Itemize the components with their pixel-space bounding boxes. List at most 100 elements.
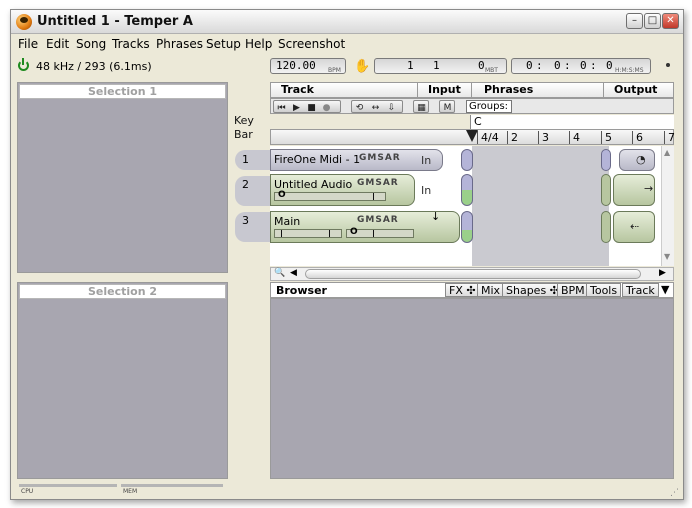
bar-label: Bar bbox=[234, 128, 253, 141]
key-ruler: C bbox=[470, 115, 674, 129]
time-minutes: 0 bbox=[554, 59, 561, 72]
phrase-clip[interactable] bbox=[461, 211, 473, 243]
menu-screenshot[interactable]: Screenshot bbox=[278, 37, 345, 51]
close-button[interactable]: ✕ bbox=[662, 13, 679, 29]
transport-row: 48 kHz / 293 (6.1ms) 120.00 BPM ✋ 1 1 0 … bbox=[11, 56, 683, 78]
track-controls[interactable]: GMSAR bbox=[357, 178, 399, 188]
audio-out-arrow-icon: → bbox=[644, 182, 654, 195]
selection-2-title: Selection 2 bbox=[19, 284, 226, 299]
transport-button-group: ⏮ ▶ ■ ● bbox=[273, 100, 341, 113]
m-label: M bbox=[443, 103, 452, 113]
browser-panel[interactable] bbox=[270, 298, 674, 479]
scroll-right-icon[interactable]: ▶ bbox=[659, 268, 666, 278]
track-controls[interactable]: GMSAR bbox=[357, 215, 399, 225]
bottom-status-bar: CPU MEM ⋰ bbox=[11, 482, 683, 500]
menu-tracks[interactable]: Tracks bbox=[112, 37, 150, 51]
rewind-icon[interactable]: ⏮ bbox=[275, 102, 288, 115]
level-meter[interactable]: O bbox=[274, 190, 386, 201]
vertical-scrollbar[interactable]: ▲ ▼ bbox=[661, 146, 674, 266]
track-row-audio[interactable]: Untitled Audio GMSAR O bbox=[270, 174, 415, 206]
midi-out-icon: ◔ bbox=[636, 153, 646, 166]
playhead-marker[interactable] bbox=[466, 130, 478, 142]
menu-phrases[interactable]: Phrases bbox=[156, 37, 203, 51]
minimize-button[interactable]: – bbox=[626, 13, 643, 29]
track-number-tab[interactable]: 2 bbox=[235, 176, 275, 206]
phrase-clip-end[interactable] bbox=[601, 174, 611, 206]
time-seconds: 0 bbox=[580, 59, 587, 72]
track-output-cell[interactable]: → bbox=[613, 174, 655, 206]
sample-rate-readout: 48 kHz / 293 (6.1ms) bbox=[36, 60, 152, 73]
menu-setup[interactable]: Setup bbox=[206, 37, 241, 51]
track-name: FireOne Midi - 1 bbox=[274, 153, 361, 166]
browser-title: Browser bbox=[276, 284, 327, 297]
time-frames: 0 bbox=[606, 59, 613, 72]
tab-bpm[interactable]: BPM bbox=[557, 283, 589, 297]
menu-help[interactable]: Help bbox=[245, 37, 272, 51]
track-number-tab[interactable]: 3 bbox=[235, 212, 275, 242]
tap-tempo-hand-icon[interactable]: ✋ bbox=[354, 59, 370, 74]
menu-edit[interactable]: Edit bbox=[46, 37, 69, 51]
selection-1-title: Selection 1 bbox=[19, 84, 226, 99]
phrase-clip[interactable] bbox=[461, 174, 473, 206]
record-icon[interactable]: ● bbox=[320, 102, 333, 115]
stop-icon[interactable]: ■ bbox=[305, 102, 318, 115]
phrase-region[interactable] bbox=[472, 146, 609, 266]
track-number-tab[interactable]: 1 bbox=[235, 150, 275, 170]
tab-shapes[interactable]: Shapes ✣ bbox=[502, 283, 563, 297]
transport-toolbar: ⏮ ▶ ■ ● ⟲ ↔ ⇩ ▦ M Groups: bbox=[270, 98, 674, 114]
options-dot-icon[interactable] bbox=[666, 63, 670, 67]
track-controls[interactable]: GMSAR bbox=[359, 153, 401, 163]
title-bar[interactable]: Untitled 1 - Temper A – □ ✕ bbox=[11, 10, 683, 34]
tab-fx[interactable]: FX ✣ bbox=[445, 283, 480, 297]
zoom-icon[interactable]: 🔍 bbox=[274, 268, 285, 278]
scroll-down-icon[interactable]: ▼ bbox=[664, 252, 670, 261]
position-bar: 1 bbox=[407, 59, 414, 72]
m-button[interactable]: M bbox=[439, 100, 455, 113]
menu-file[interactable]: File bbox=[18, 37, 38, 51]
mbt-position-display[interactable]: 1 1 0 MBT bbox=[374, 58, 507, 74]
play-icon[interactable]: ▶ bbox=[290, 102, 303, 115]
mem-meter bbox=[121, 484, 223, 487]
grid-view-button[interactable]: ▦ bbox=[413, 100, 429, 113]
scroll-thumb[interactable] bbox=[305, 269, 641, 279]
track-input[interactable]: In bbox=[421, 154, 431, 167]
tempo-display[interactable]: 120.00 BPM bbox=[270, 58, 346, 74]
tab-mix[interactable]: Mix bbox=[477, 283, 505, 297]
level-meter-right[interactable]: O bbox=[346, 227, 414, 238]
track-input[interactable]: In bbox=[421, 184, 431, 197]
app-logo-icon bbox=[16, 14, 32, 30]
bar-number: 6 bbox=[632, 131, 643, 144]
track-row-midi[interactable]: FireOne Midi - 1 GMSAR In bbox=[270, 149, 443, 171]
menu-song[interactable]: Song bbox=[76, 37, 106, 51]
power-icon[interactable] bbox=[18, 58, 29, 71]
tab-track[interactable]: Track bbox=[622, 283, 659, 297]
scroll-up-icon[interactable]: ▲ bbox=[664, 148, 670, 157]
loop-icon[interactable]: ⟲ bbox=[353, 102, 366, 115]
maximize-button[interactable]: □ bbox=[644, 13, 661, 29]
track-output-cell[interactable]: ⇠ bbox=[613, 211, 655, 243]
time-position-display[interactable]: 0 : 0 : 0 : 0 H:M:S:MS bbox=[511, 58, 651, 74]
tab-tools[interactable]: Tools bbox=[586, 283, 622, 297]
input-column-header: Input bbox=[417, 83, 461, 97]
time-hours: 0 bbox=[526, 59, 533, 72]
cpu-label: CPU bbox=[21, 488, 34, 495]
phrase-clip-end[interactable] bbox=[601, 149, 611, 171]
track-output-cell[interactable]: ◔ bbox=[619, 149, 655, 171]
scroll-left-icon[interactable]: ◀ bbox=[290, 268, 297, 278]
selection-2-panel[interactable]: Selection 2 bbox=[17, 282, 228, 479]
level-meter-left[interactable] bbox=[274, 229, 342, 238]
track-row-main[interactable]: Main GMSAR ↓ O bbox=[270, 210, 460, 243]
bar-number: 2 bbox=[507, 131, 518, 144]
phrase-clip[interactable] bbox=[461, 149, 473, 171]
snap-icon[interactable]: ↔ bbox=[369, 102, 382, 115]
selection-1-panel[interactable]: Selection 1 bbox=[17, 82, 228, 273]
horizontal-scrollbar[interactable]: 🔍 ◀ ▶ bbox=[270, 267, 674, 281]
metronome-icon[interactable]: ⇩ bbox=[385, 102, 398, 115]
phrase-clip-end[interactable] bbox=[601, 211, 611, 243]
groups-field[interactable]: Groups: bbox=[466, 100, 512, 113]
mem-label: MEM bbox=[123, 488, 138, 495]
resize-grip-icon[interactable]: ⋰ bbox=[670, 488, 679, 498]
browser-menu-arrow-icon[interactable]: ▼ bbox=[661, 283, 669, 296]
output-column-header: Output bbox=[603, 83, 657, 97]
edit-mode-button-group: ⟲ ↔ ⇩ bbox=[351, 100, 403, 113]
